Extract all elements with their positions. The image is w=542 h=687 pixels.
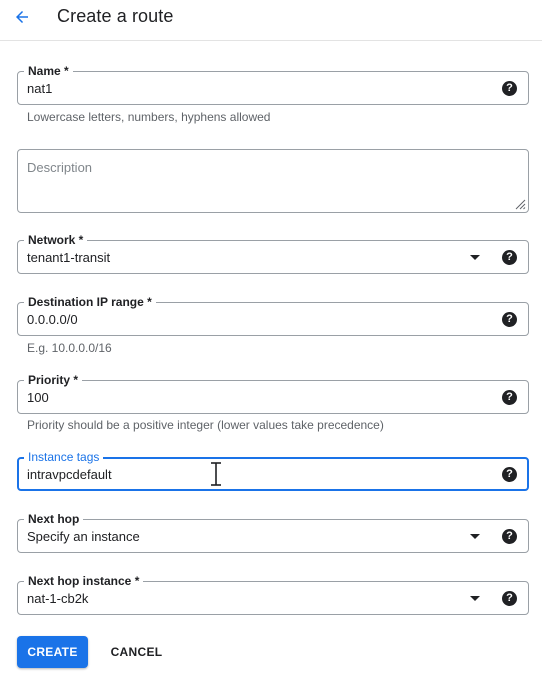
next-hop-label: Next hop (24, 511, 84, 527)
instance-tags-field[interactable]: Instance tags intravpcdefault ? (17, 449, 529, 491)
priority-label: Priority * (24, 372, 83, 388)
name-hint: Lowercase letters, numbers, hyphens allo… (27, 110, 271, 124)
cancel-button[interactable]: CANCEL (100, 636, 173, 668)
description-textarea[interactable]: Description (17, 149, 529, 213)
page-title: Create a route (57, 6, 174, 26)
name-help-icon[interactable]: ? (502, 81, 517, 96)
next-hop-select[interactable]: Next hop Specify an instance ? (17, 511, 529, 553)
network-select[interactable]: Network * tenant1-transit ? (17, 232, 529, 274)
text-cursor-icon (211, 462, 221, 486)
page-header: Create a route (0, 0, 542, 41)
create-button[interactable]: CREATE (17, 636, 88, 668)
destination-ip-range-label: Destination IP range * (24, 294, 156, 310)
name-field[interactable]: Name * nat1 ? (17, 63, 529, 105)
instance-tags-value: intravpcdefault (27, 467, 112, 482)
network-label: Network * (24, 232, 88, 248)
next-hop-value: Specify an instance (27, 529, 140, 544)
arrow-back-icon (16, 11, 28, 23)
back-button[interactable] (8, 3, 36, 31)
name-input-value: nat1 (27, 81, 53, 96)
next-hop-instance-value: nat-1-cb2k (27, 591, 89, 606)
network-dropdown-arrow-icon[interactable] (470, 255, 480, 260)
next-hop-instance-select[interactable]: Next hop instance * nat-1-cb2k ? (17, 573, 529, 615)
name-label: Name * (24, 63, 73, 79)
destination-help-icon[interactable]: ? (502, 312, 517, 327)
description-placeholder: Description (27, 160, 93, 175)
priority-field[interactable]: Priority * 100 ? (17, 372, 529, 414)
network-help-icon[interactable]: ? (502, 250, 517, 265)
next-hop-dropdown-arrow-icon[interactable] (470, 534, 480, 539)
network-value: tenant1-transit (27, 250, 111, 265)
priority-hint: Priority should be a positive integer (l… (27, 418, 384, 432)
priority-help-icon[interactable]: ? (502, 390, 517, 405)
next-hop-help-icon[interactable]: ? (502, 529, 517, 544)
resize-handle-icon[interactable] (514, 198, 526, 210)
destination-ip-range-field[interactable]: Destination IP range * 0.0.0.0/0 ? (17, 294, 529, 336)
next-hop-instance-label: Next hop instance * (24, 573, 144, 589)
instance-tags-label: Instance tags (24, 449, 104, 465)
destination-hint: E.g. 10.0.0.0/16 (27, 341, 112, 355)
next-hop-instance-help-icon[interactable]: ? (502, 591, 517, 606)
next-hop-instance-dropdown-arrow-icon[interactable] (470, 596, 480, 601)
instance-tags-help-icon[interactable]: ? (502, 467, 517, 482)
priority-value: 100 (27, 390, 49, 405)
destination-ip-range-value: 0.0.0.0/0 (27, 312, 78, 327)
